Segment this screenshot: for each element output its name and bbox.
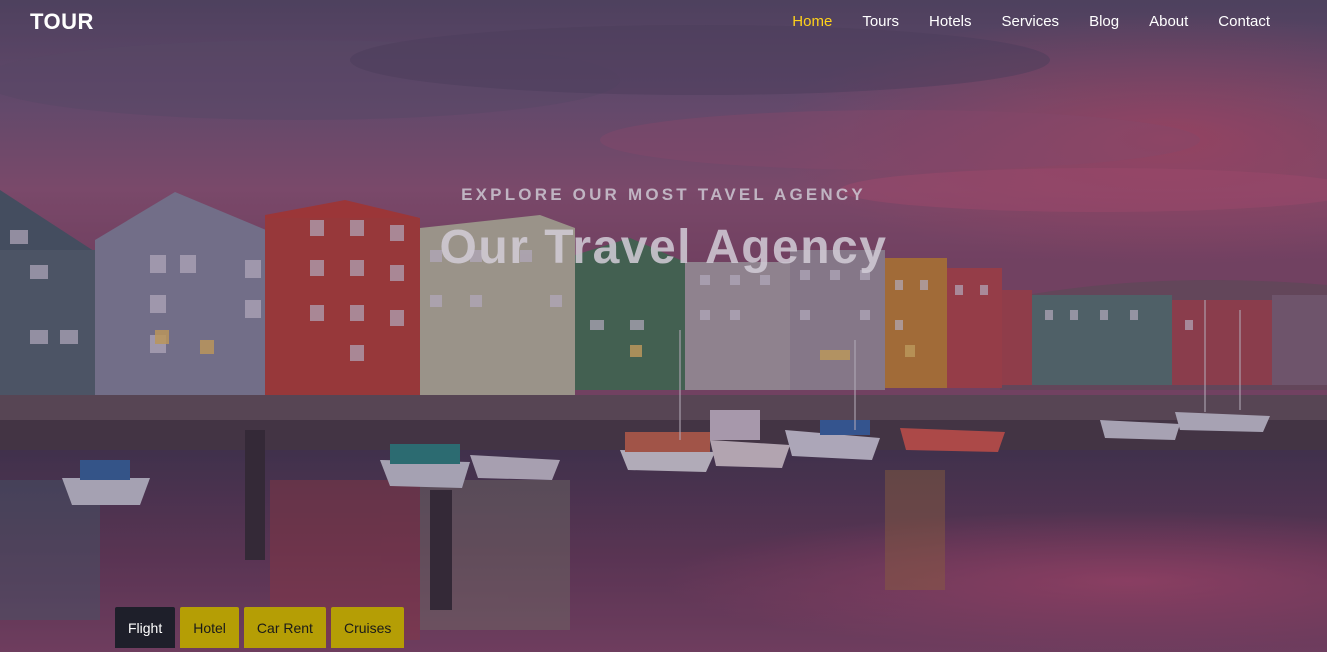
nav-menu: Home Tours Hotels Services Blog About Co…: [762, 13, 1270, 30]
hero-overlay: [0, 0, 1327, 652]
tab-car-rent[interactable]: Car Rent: [243, 607, 326, 648]
brand-logo[interactable]: TOUR: [30, 9, 94, 35]
hero-subtitle: EXPLORE OUR MOST TAVEL AGENCY: [461, 185, 866, 204]
tab-cruises[interactable]: Cruises: [330, 607, 405, 648]
nav-link-about[interactable]: About: [1149, 13, 1188, 30]
tab-hotel[interactable]: Hotel: [180, 607, 239, 648]
nav-link-blog[interactable]: Blog: [1089, 13, 1119, 30]
nav-link-services[interactable]: Services: [1002, 13, 1060, 30]
nav-link-contact[interactable]: Contact: [1218, 13, 1270, 30]
tab-flight[interactable]: Flight: [115, 607, 176, 648]
navbar: TOUR Home Tours Hotels Services Blog Abo…: [0, 0, 1327, 42]
hero-title: Our Travel Agency: [439, 221, 888, 274]
hero-section: TOUR Home Tours Hotels Services Blog Abo…: [0, 0, 1327, 652]
nav-link-home[interactable]: Home: [792, 13, 832, 30]
booking-tabs: Flight Hotel Car Rent Cruises: [115, 607, 409, 648]
nav-link-hotels[interactable]: Hotels: [929, 13, 972, 30]
nav-link-tours[interactable]: Tours: [862, 13, 899, 30]
